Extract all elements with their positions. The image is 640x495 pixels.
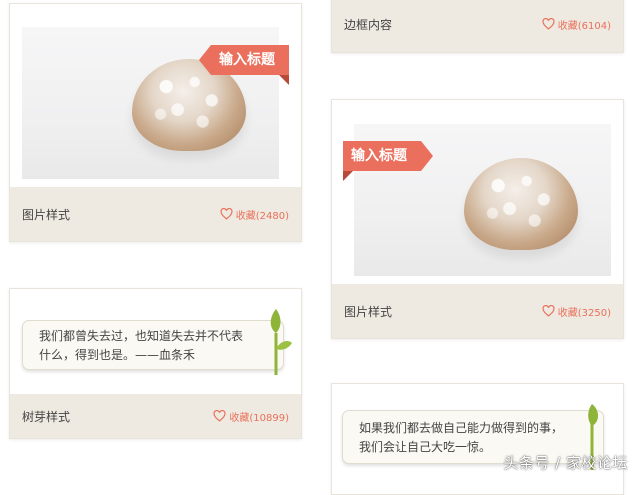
favorite-button[interactable]: 收藏(10899) — [213, 409, 289, 424]
quote-line: 什么，得到也是。——血条禾 — [39, 348, 196, 362]
card-footer: 边框内容 收藏(6104) — [332, 0, 623, 52]
sprout-icon — [270, 309, 292, 375]
sprout-quote-box: 我们都曾失去过，也知道失去并不代表 什么，得到也是。——血条禾 — [22, 320, 284, 370]
ribbon-title: 输入标题 — [219, 52, 275, 68]
border-card: 边框内容 收藏(6104) — [331, 0, 624, 53]
snowball-bun-image — [464, 158, 578, 250]
card-title: 树芽样式 — [22, 409, 71, 424]
card-title: 图片样式 — [344, 304, 393, 319]
image-card: 输入标题 图片样式 收藏(2480) — [9, 3, 302, 242]
heart-outline-icon — [213, 410, 226, 422]
card-title: 边框内容 — [344, 17, 393, 32]
card-footer: 图片样式 收藏(2480) — [10, 187, 301, 241]
sprout-card: 我们都曾失去过，也知道失去并不代表 什么，得到也是。——血条禾 树芽样式 收藏(… — [9, 288, 302, 439]
favorite-count: 收藏(3250) — [557, 307, 611, 319]
quote-line: 如果我们都去做自己能力做得到的事， — [359, 421, 564, 435]
watermark-text: 头条号 / 家校论坛 — [503, 454, 628, 472]
sprout-card: 如果我们都去做自己能力做得到的事， 我们会让自己大吃一惊。 — [331, 383, 624, 495]
favorite-button[interactable]: 收藏(6104) — [542, 17, 611, 32]
title-ribbon: 输入标题 — [199, 45, 289, 85]
card-footer: 树芽样式 收藏(10899) — [10, 394, 301, 438]
ribbon-title: 输入标题 — [351, 148, 407, 164]
favorite-button[interactable]: 收藏(3250) — [542, 304, 611, 319]
quote-line: 我们都曾失去过，也知道失去并不代表 — [39, 329, 244, 343]
card-title: 图片样式 — [22, 207, 71, 222]
favorite-count: 收藏(10899) — [229, 412, 289, 424]
heart-outline-icon — [542, 305, 555, 317]
card-footer: 图片样式 收藏(3250) — [332, 284, 623, 338]
favorite-count: 收藏(2480) — [235, 210, 289, 222]
heart-outline-icon — [220, 208, 233, 220]
favorite-button[interactable]: 收藏(2480) — [220, 207, 289, 222]
favorite-count: 收藏(6104) — [557, 20, 611, 32]
title-ribbon: 输入标题 — [343, 141, 433, 181]
image-card: 输入标题 图片样式 收藏(3250) — [331, 99, 624, 339]
heart-outline-icon — [542, 18, 555, 30]
